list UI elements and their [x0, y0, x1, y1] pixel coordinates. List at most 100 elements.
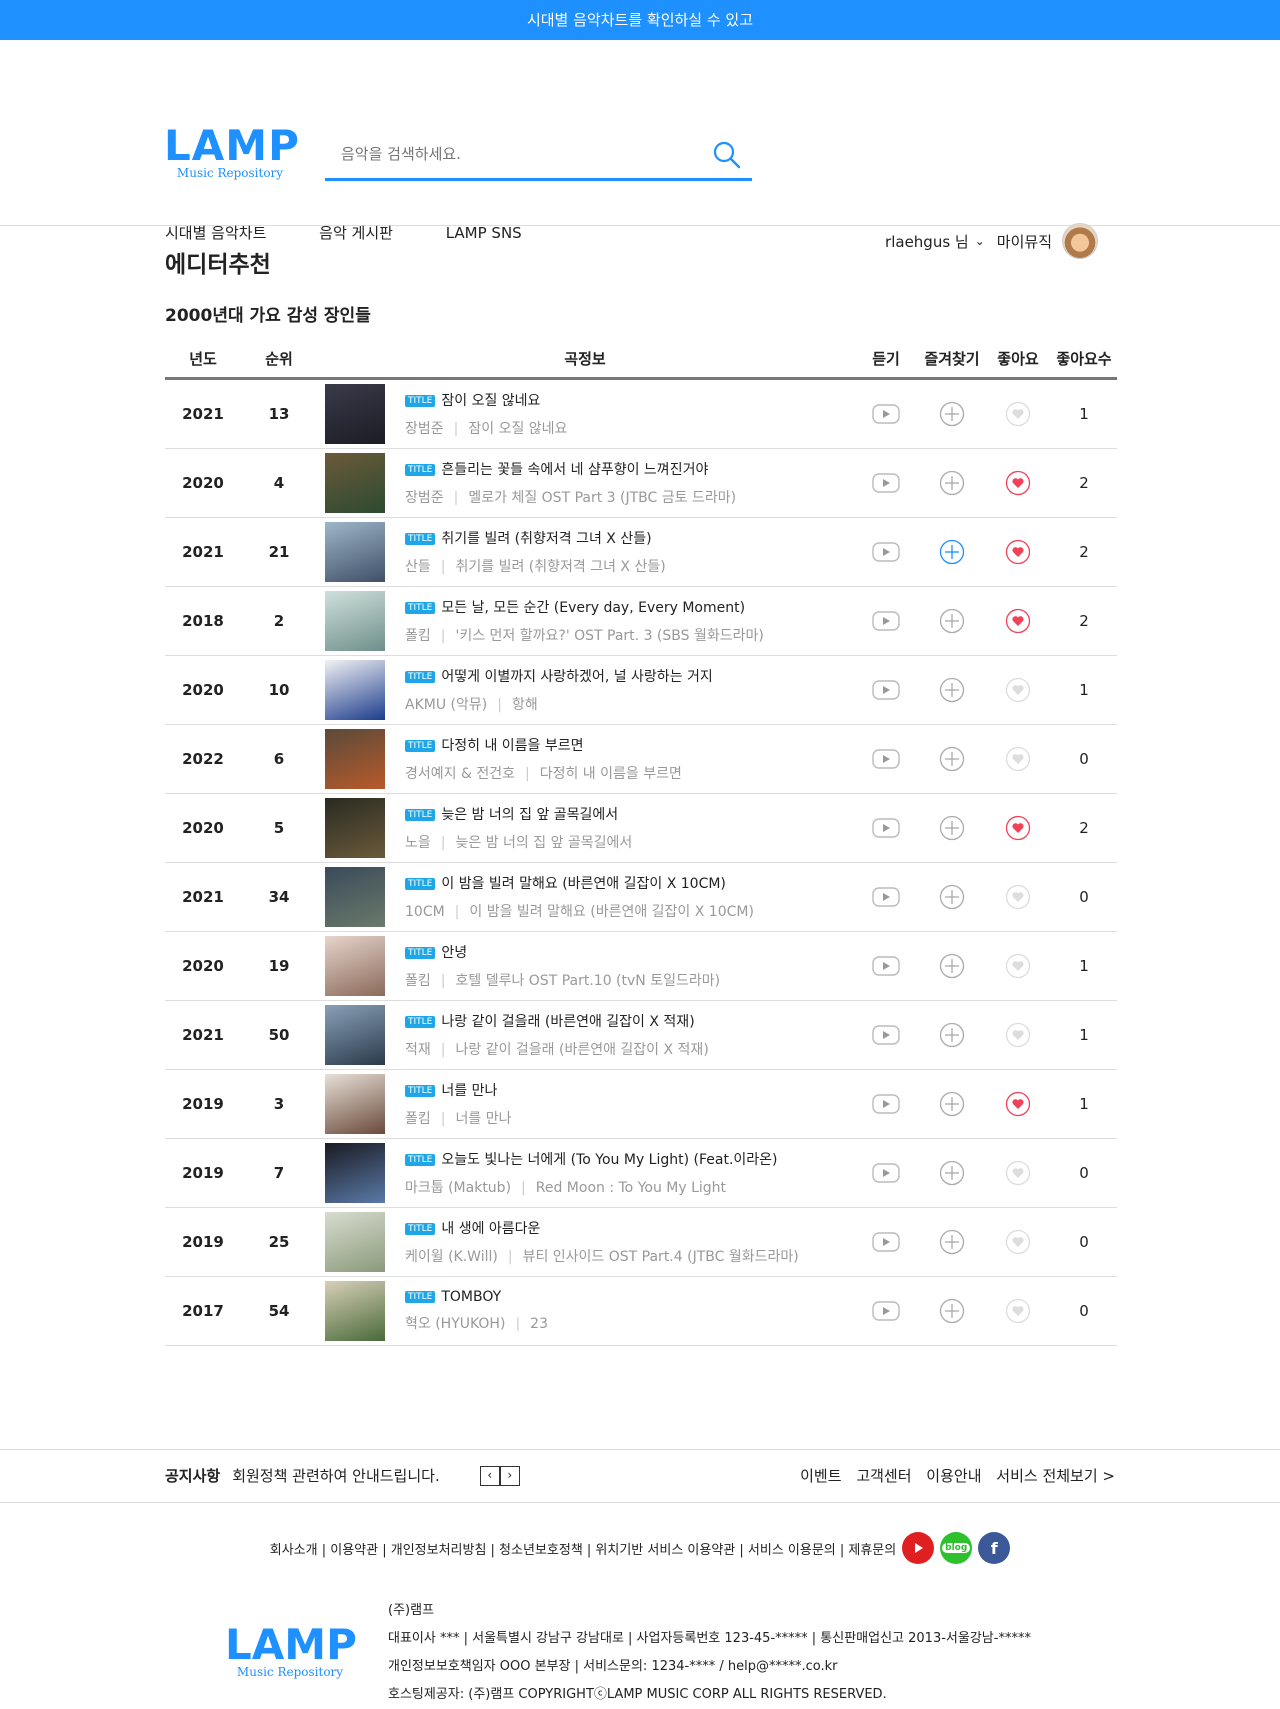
heart-icon[interactable]: [985, 746, 1051, 772]
album-cover[interactable]: [325, 798, 385, 858]
song-artist[interactable]: 10CM: [405, 904, 445, 920]
heart-icon[interactable]: [985, 884, 1051, 910]
album-cover[interactable]: [325, 522, 385, 582]
play-icon[interactable]: [853, 956, 919, 976]
play-icon[interactable]: [853, 749, 919, 769]
heart-icon[interactable]: [985, 677, 1051, 703]
song-album[interactable]: 호텔 델루나 OST Part.10 (tvN 토일드라마): [455, 973, 720, 989]
play-icon[interactable]: [853, 818, 919, 838]
song-album[interactable]: 항해: [512, 697, 538, 713]
song-title[interactable]: 잠이 오질 않네요: [441, 393, 540, 409]
album-cover[interactable]: [325, 1074, 385, 1134]
add-favorite-icon[interactable]: [919, 746, 985, 772]
song-artist[interactable]: 적재: [405, 1042, 431, 1058]
song-artist[interactable]: 산들: [405, 559, 431, 575]
song-title[interactable]: 내 생에 아름다운: [441, 1221, 540, 1237]
song-artist[interactable]: 노을: [405, 835, 431, 851]
song-title[interactable]: 안녕: [441, 945, 467, 961]
song-title[interactable]: 모든 날, 모든 순간 (Every day, Every Moment): [441, 600, 745, 616]
heart-icon[interactable]: [985, 608, 1051, 634]
song-album[interactable]: 이 밤을 빌려 말해요 (바른연애 길잡이 X 10CM): [469, 904, 754, 920]
link-guide[interactable]: 이용안내: [926, 1467, 981, 1485]
song-artist[interactable]: 혁오 (HYUKOH): [405, 1316, 505, 1332]
heart-icon[interactable]: [985, 815, 1051, 841]
song-title[interactable]: 이 밤을 빌려 말해요 (바른연애 길잡이 X 10CM): [441, 876, 726, 892]
song-album[interactable]: 잠이 오질 않네요: [468, 421, 567, 437]
add-favorite-icon[interactable]: [919, 1022, 985, 1048]
album-cover[interactable]: [325, 867, 385, 927]
song-album[interactable]: 취기를 빌려 (취향저격 그녀 X 산들): [455, 559, 665, 575]
song-title[interactable]: 나랑 같이 걸을래 (바른연애 길잡이 X 적재): [441, 1014, 694, 1030]
add-favorite-icon[interactable]: [919, 884, 985, 910]
play-icon[interactable]: [853, 1025, 919, 1045]
play-icon[interactable]: [853, 1163, 919, 1183]
album-cover[interactable]: [325, 1281, 385, 1341]
song-album[interactable]: 늦은 밤 너의 집 앞 골목길에서: [455, 835, 632, 851]
play-icon[interactable]: [853, 1094, 919, 1114]
album-cover[interactable]: [325, 1212, 385, 1272]
add-favorite-icon[interactable]: [919, 1091, 985, 1117]
heart-icon[interactable]: [985, 539, 1051, 565]
song-album[interactable]: 멜로가 체질 OST Part 3 (JTBC 금토 드라마): [468, 490, 736, 506]
nav-item-board[interactable]: 음악 게시판: [319, 224, 393, 242]
album-cover[interactable]: [325, 591, 385, 651]
search-input[interactable]: [339, 144, 713, 164]
add-favorite-icon[interactable]: [919, 608, 985, 634]
song-artist[interactable]: 경서예지 & 전건호: [405, 766, 515, 782]
add-favorite-icon[interactable]: [919, 401, 985, 427]
song-title[interactable]: 취기를 빌려 (취향저격 그녀 X 산들): [441, 531, 651, 547]
heart-icon[interactable]: [985, 1160, 1051, 1186]
link-event[interactable]: 이벤트: [800, 1467, 841, 1485]
song-album[interactable]: 나랑 같이 걸을래 (바른연애 길잡이 X 적재): [455, 1042, 708, 1058]
play-icon[interactable]: [853, 680, 919, 700]
add-favorite-icon[interactable]: [919, 1160, 985, 1186]
album-cover[interactable]: [325, 1143, 385, 1203]
play-icon[interactable]: [853, 611, 919, 631]
song-title[interactable]: 오늘도 빛나는 너에게 (To You My Light) (Feat.이라온): [441, 1152, 777, 1168]
play-icon[interactable]: [853, 404, 919, 424]
heart-icon[interactable]: [985, 1091, 1051, 1117]
add-favorite-icon[interactable]: [919, 470, 985, 496]
song-title[interactable]: TOMBOY: [441, 1289, 501, 1305]
add-favorite-icon[interactable]: [919, 815, 985, 841]
play-icon[interactable]: [853, 1232, 919, 1252]
heart-icon[interactable]: [985, 1229, 1051, 1255]
song-artist[interactable]: 폴킴: [405, 973, 431, 989]
site-logo[interactable]: LAMP Music Repository: [164, 125, 299, 181]
nav-item-chart[interactable]: 시대별 음악차트: [165, 224, 266, 242]
song-artist[interactable]: AKMU (악뮤): [405, 697, 487, 713]
heart-icon[interactable]: [985, 953, 1051, 979]
add-favorite-icon[interactable]: [919, 953, 985, 979]
play-icon[interactable]: [853, 887, 919, 907]
album-cover[interactable]: [325, 660, 385, 720]
song-artist[interactable]: 폴킴: [405, 1111, 431, 1127]
heart-icon[interactable]: [985, 470, 1051, 496]
song-album[interactable]: 다정히 내 이름을 부르면: [540, 766, 682, 782]
prev-arrow-icon[interactable]: ‹: [479, 1465, 500, 1486]
album-cover[interactable]: [325, 453, 385, 513]
facebook-icon[interactable]: f: [978, 1532, 1011, 1564]
add-favorite-icon[interactable]: [919, 1298, 985, 1324]
heart-icon[interactable]: [985, 401, 1051, 427]
song-album[interactable]: '키스 먼저 할까요?' OST Part. 3 (SBS 월화드라마): [455, 628, 763, 644]
album-cover[interactable]: [325, 1005, 385, 1065]
link-all-services[interactable]: 서비스 전체보기 >: [996, 1467, 1115, 1485]
song-artist[interactable]: 폴킴: [405, 628, 431, 644]
search-icon[interactable]: [712, 140, 742, 170]
heart-icon[interactable]: [985, 1298, 1051, 1324]
youtube-icon[interactable]: [902, 1532, 935, 1564]
song-album[interactable]: 23: [530, 1316, 548, 1332]
play-icon[interactable]: [853, 1301, 919, 1321]
song-artist[interactable]: 장범준: [405, 421, 444, 437]
song-album[interactable]: 뷰티 인사이드 OST Part.4 (JTBC 월화드라마): [523, 1249, 799, 1265]
song-title[interactable]: 어떻게 이별까지 사랑하겠어, 널 사랑하는 거지: [441, 669, 712, 685]
link-support[interactable]: 고객센터: [856, 1467, 911, 1485]
song-album[interactable]: 너를 만나: [455, 1111, 511, 1127]
song-title[interactable]: 흔들리는 꽃들 속에서 네 샴푸향이 느껴진거야: [441, 462, 708, 478]
add-favorite-icon[interactable]: [919, 1229, 985, 1255]
footer-link-list[interactable]: 회사소개 | 이용약관 | 개인정보처리방침 | 청소년보호정책 | 위치기반 …: [270, 1539, 896, 1558]
play-icon[interactable]: [853, 542, 919, 562]
album-cover[interactable]: [325, 729, 385, 789]
song-title[interactable]: 늦은 밤 너의 집 앞 골목길에서: [441, 807, 618, 823]
heart-icon[interactable]: [985, 1022, 1051, 1048]
